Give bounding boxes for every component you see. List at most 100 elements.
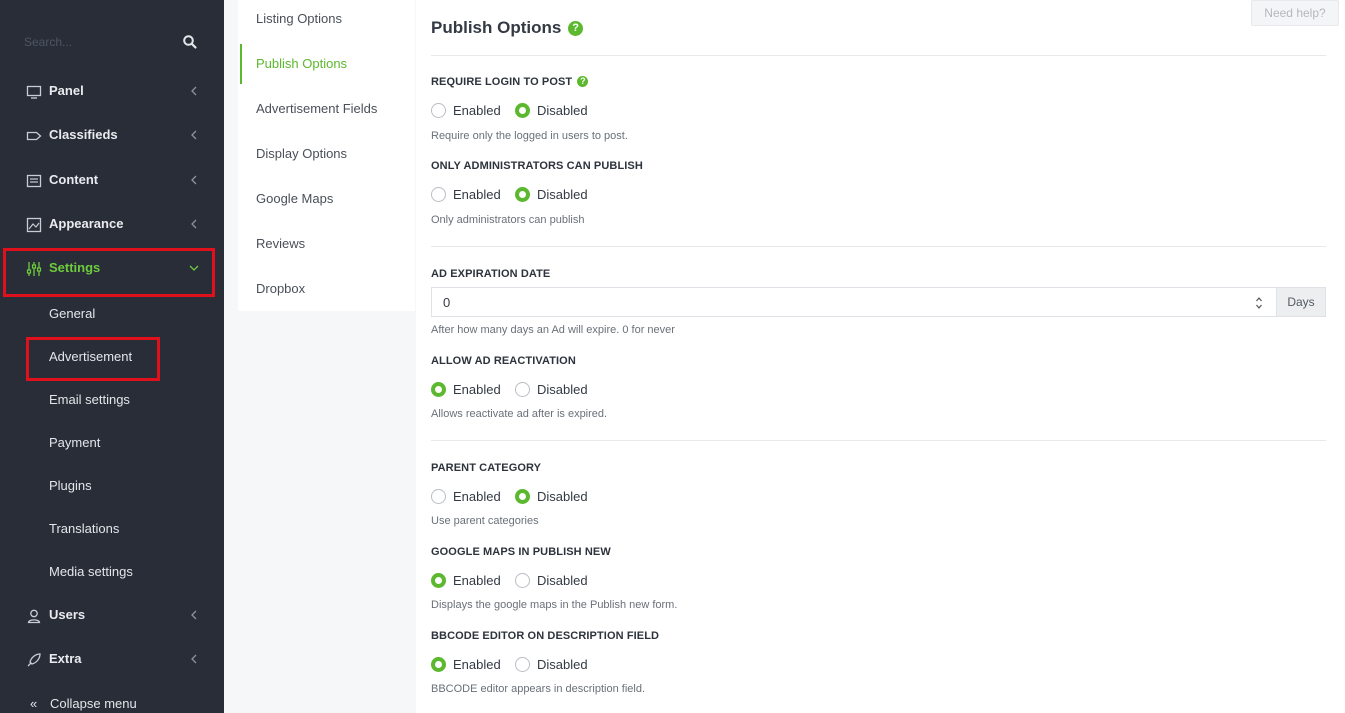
sidebar-item-extra[interactable]: Extra — [0, 638, 224, 682]
need-help-button[interactable]: Need help? — [1251, 0, 1339, 26]
setting-hint: Only administrators can publish — [431, 214, 585, 226]
newspaper-icon — [26, 174, 42, 188]
question-circle-icon[interactable]: ? — [568, 21, 584, 36]
chevron-left-icon — [191, 130, 197, 140]
days-addon: Days — [1276, 287, 1326, 317]
setting-label-only-admins: ONLY ADMINISTRATORS CAN PUBLISH — [431, 160, 643, 172]
divider — [431, 246, 1326, 247]
radio-label-disabled: Disabled — [537, 187, 588, 202]
page-title-text: Publish Options — [431, 18, 562, 37]
sidebar-item-users[interactable]: Users — [0, 594, 224, 638]
sliders-icon — [26, 262, 42, 276]
submenu-item-advertisement-fields[interactable]: Advertisement Fields — [256, 101, 377, 116]
radio-disabled[interactable] — [515, 103, 530, 118]
radio-label-enabled: Enabled — [453, 103, 501, 118]
submenu-item-display-options[interactable]: Display Options — [256, 146, 347, 161]
sidebar-item-panel[interactable]: Panel — [0, 70, 224, 114]
sidebar-subitem-general[interactable]: General — [49, 306, 95, 321]
sidebar-search — [24, 30, 200, 54]
submenu-active-indicator — [240, 44, 242, 84]
radio-disabled[interactable] — [515, 657, 530, 672]
radio-label-enabled: Enabled — [453, 657, 501, 672]
sidebar-item-label: Users — [49, 607, 86, 622]
monitor-icon — [26, 85, 42, 99]
radio-label-disabled: Disabled — [537, 489, 588, 504]
radio-enabled[interactable] — [431, 657, 446, 672]
sidebar-item-settings[interactable]: Settings — [0, 247, 224, 291]
divider — [431, 440, 1326, 441]
radio-label-disabled: Disabled — [537, 657, 588, 672]
setting-hint: Use parent categories — [431, 515, 539, 527]
radio-label-disabled: Disabled — [537, 382, 588, 397]
sidebar-item-label: Settings — [49, 260, 101, 275]
search-input[interactable] — [24, 30, 174, 54]
sidebar: Panel Classifieds Content Appearance Set… — [0, 0, 224, 713]
rocket-icon — [27, 653, 41, 667]
chevron-left-icon — [191, 654, 197, 664]
radio-enabled[interactable] — [431, 573, 446, 588]
radio-label-enabled: Enabled — [453, 489, 501, 504]
setting-label-bbcode-editor: BBCODE EDITOR ON DESCRIPTION FIELD — [431, 630, 660, 642]
radio-label-enabled: Enabled — [453, 573, 501, 588]
sidebar-subitem-payment[interactable]: Payment — [49, 435, 100, 450]
sidebar-item-label: Extra — [49, 651, 82, 666]
sidebar-subitem-email-settings[interactable]: Email settings — [49, 392, 130, 407]
chevron-left-icon — [191, 219, 197, 229]
sidebar-item-content[interactable]: Content — [0, 159, 224, 203]
chevron-left-icon — [191, 175, 197, 185]
setting-label-ad-expiration: AD EXPIRATION DATE — [431, 268, 551, 280]
radio-label-enabled: Enabled — [453, 382, 501, 397]
collapse-menu-label: Collapse menu — [50, 696, 137, 711]
image-icon — [26, 217, 42, 233]
sidebar-subitem-media-settings[interactable]: Media settings — [49, 564, 133, 579]
setting-label-google-maps-publish: GOOGLE MAPS IN PUBLISH NEW — [431, 546, 611, 558]
setting-label-require-login: REQUIRE LOGIN TO POST ? — [431, 76, 589, 88]
divider — [431, 55, 1326, 56]
submenu-item-google-maps[interactable]: Google Maps — [256, 191, 333, 206]
double-chevron-left-icon: « — [30, 696, 38, 711]
submenu-item-listing-options[interactable]: Listing Options — [256, 11, 342, 26]
tag-icon — [26, 131, 42, 141]
submenu-item-dropbox[interactable]: Dropbox — [256, 281, 305, 296]
chevron-left-icon — [191, 610, 197, 620]
question-circle-icon[interactable]: ? — [577, 76, 589, 87]
setting-hint: After how many days an Ad will expire. 0… — [431, 324, 675, 336]
ad-expiration-value: 0 — [443, 295, 451, 310]
setting-hint: Displays the google maps in the Publish … — [431, 599, 678, 611]
search-icon[interactable] — [182, 34, 198, 50]
setting-label-allow-reactivation: ALLOW AD REACTIVATION — [431, 355, 576, 367]
chevron-down-icon — [189, 265, 199, 271]
page-title: Publish Options ? — [431, 18, 584, 38]
sidebar-item-appearance[interactable]: Appearance — [0, 203, 224, 247]
radio-label-disabled: Disabled — [537, 103, 588, 118]
collapse-menu-button[interactable]: « Collapse menu — [30, 696, 137, 711]
chevron-left-icon — [191, 86, 197, 96]
sidebar-item-label: Classifieds — [49, 127, 118, 142]
setting-label-parent-category: PARENT CATEGORY — [431, 462, 542, 474]
radio-disabled[interactable] — [515, 382, 530, 397]
radio-enabled[interactable] — [431, 103, 446, 118]
ad-expiration-input[interactable]: 0 — [431, 287, 1277, 317]
radio-enabled[interactable] — [431, 489, 446, 504]
setting-hint: Require only the logged in users to post… — [431, 130, 628, 142]
setting-hint: BBCODE editor appears in description fie… — [431, 683, 645, 695]
submenu-item-reviews[interactable]: Reviews — [256, 236, 305, 251]
submenu-item-publish-options[interactable]: Publish Options — [256, 56, 347, 71]
user-icon — [27, 609, 41, 624]
setting-label-text: REQUIRE LOGIN TO POST — [431, 76, 573, 88]
radio-disabled[interactable] — [515, 489, 530, 504]
sidebar-item-label: Panel — [49, 83, 84, 98]
radio-label-enabled: Enabled — [453, 187, 501, 202]
sidebar-item-classifieds[interactable]: Classifieds — [0, 114, 224, 158]
radio-enabled[interactable] — [431, 382, 446, 397]
spinner-arrows-icon[interactable] — [1255, 295, 1263, 311]
setting-hint: Allows reactivate ad after is expired. — [431, 408, 608, 420]
radio-disabled[interactable] — [515, 573, 530, 588]
sidebar-item-label: Content — [49, 172, 99, 187]
sidebar-subitem-translations[interactable]: Translations — [49, 521, 119, 536]
sidebar-item-label: Appearance — [49, 216, 124, 231]
radio-enabled[interactable] — [431, 187, 446, 202]
sidebar-subitem-plugins[interactable]: Plugins — [49, 478, 92, 493]
sidebar-subitem-advertisement[interactable]: Advertisement — [49, 349, 132, 364]
radio-disabled[interactable] — [515, 187, 530, 202]
